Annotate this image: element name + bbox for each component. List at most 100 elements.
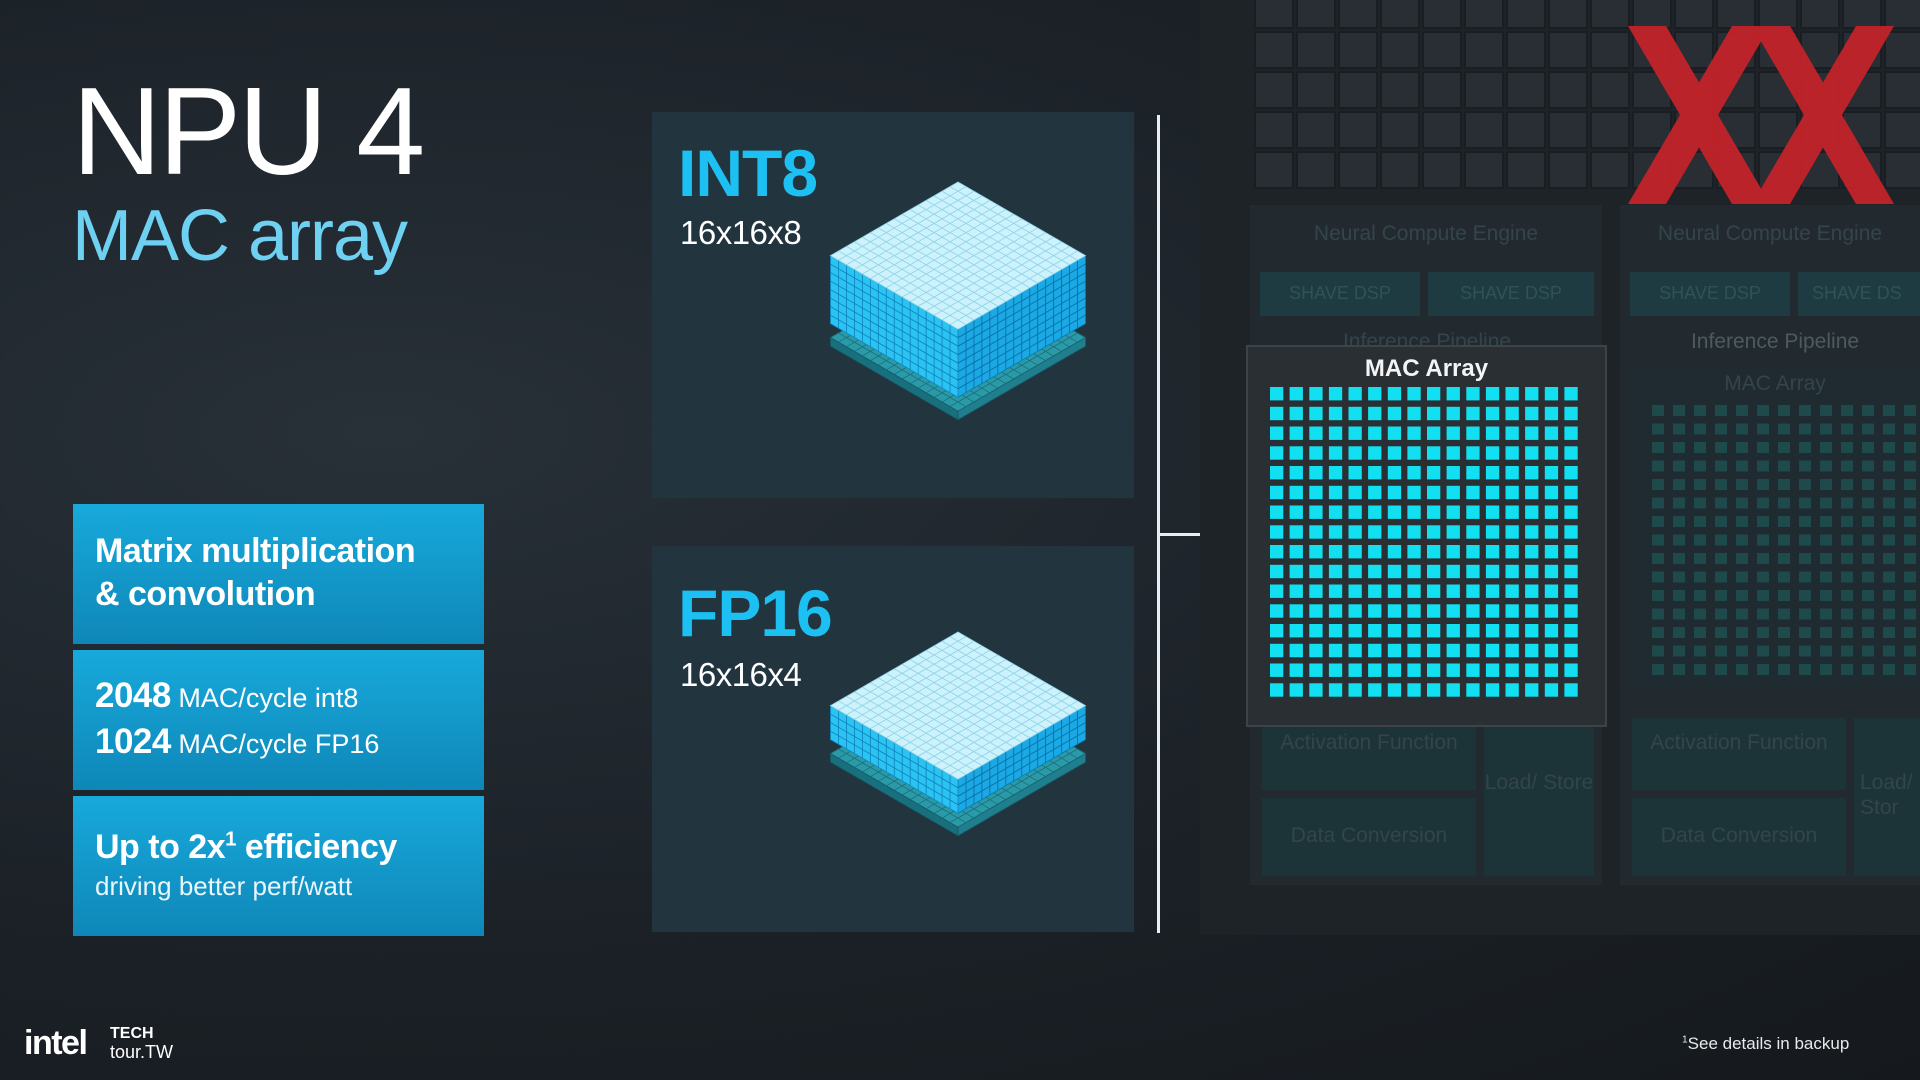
mac-cell [1505,683,1519,697]
mac-cell [1446,624,1460,638]
mac-cell [1544,643,1559,658]
feature-box-efficiency: Up to 2x1 efficiency driving better perf… [73,796,484,936]
mac-cell [1544,624,1559,638]
mac-cell [1328,683,1343,697]
mac-cell [1348,584,1362,598]
mac-cell [1328,643,1343,658]
mac-cell [1368,545,1382,559]
mac-cell [1407,525,1421,539]
mac-cell [1387,584,1402,598]
int8-cube-illustration [829,181,1087,421]
efficiency-heading: Up to 2x1 efficiency [95,826,462,869]
mac-cell [1289,446,1303,460]
mac-cell [1328,604,1343,618]
mac-cell [1466,545,1480,559]
mac-cell [1446,683,1460,697]
mac-cell [1525,426,1539,440]
mac-cell [1564,564,1578,579]
mac-cell [1466,505,1480,519]
mac-cell [1505,663,1519,677]
mac-cell [1485,584,1500,598]
mac-cell [1564,387,1578,401]
nce-title-1: Neural Compute Engine [1313,222,1539,245]
mac-cell [1525,525,1539,539]
mac-cell [1485,406,1500,421]
mac-cell [1328,584,1343,598]
mac-cell [1328,446,1343,460]
mac-cell [1309,624,1323,638]
shave-dsp-4: SHAVE DS [1812,283,1902,303]
mac-cell [1270,683,1284,697]
mac-cell [1427,525,1441,539]
mac-cell [1309,387,1323,401]
mac-cell [1485,564,1500,579]
feature-box-matrix: Matrix multiplication & convolution [73,504,484,644]
shave-dsp-1: SHAVE DSP [1289,283,1391,303]
mac-cell [1328,663,1343,677]
mac-cell [1446,426,1460,440]
mac-cell [1309,643,1323,658]
shave-dsp-3: SHAVE DSP [1659,283,1761,303]
int8-panel: INT8 16x16x8 [652,112,1134,498]
mac-cell [1564,485,1578,500]
mac-cell [1466,406,1480,421]
mac-cell [1466,663,1480,677]
mac-cell [1270,604,1284,618]
mac-cell [1387,485,1402,500]
mac-cell [1407,406,1421,421]
mac-cell [1407,545,1421,559]
mac-cell [1427,545,1441,559]
mac-cell [1368,525,1382,539]
mac-cell [1309,564,1323,579]
mac-cell [1289,505,1303,519]
mac-cell [1466,387,1480,401]
data-conversion-1: Data Conversion [1290,824,1448,847]
mac-cell [1348,545,1362,559]
mac-cell [1348,683,1362,697]
mac-cell [1368,564,1382,579]
mac-cell [1289,643,1303,658]
mac-cell [1544,426,1559,440]
mac-cell [1387,387,1402,401]
mac-cell [1348,406,1362,421]
mac-cell [1407,505,1421,519]
mac-cell [1446,446,1460,460]
mac-cell [1525,446,1539,460]
load-store-1: Load/ Store [1484,771,1594,794]
mac-cell [1368,683,1382,697]
mac-cell [1544,446,1559,460]
throughput-fp16-unit: MAC/cycle FP16 [178,729,380,759]
mac-cell [1309,406,1323,421]
mac-cell [1544,505,1559,519]
activation-function-2: Activation Function [1650,731,1828,754]
mac-cell [1348,505,1362,519]
mac-cell [1407,564,1421,579]
mac-cell [1466,604,1480,618]
mac-cell [1485,545,1500,559]
mac-cell [1564,584,1578,598]
mac-cell [1270,564,1284,579]
data-conversion-2: Data Conversion [1660,824,1818,847]
mac-cell [1387,406,1402,421]
mac-cell [1485,505,1500,519]
mac-cell [1466,643,1480,658]
mac-cell [1505,485,1519,500]
mac-cell [1270,426,1284,440]
mac-cell [1407,466,1421,480]
mac-cell [1289,406,1303,421]
mac-cell [1328,426,1343,440]
mac-cell [1289,426,1303,440]
throughput-fp16-value: 1024 [95,722,171,761]
mac-cell [1328,545,1343,559]
mac-cell [1368,446,1382,460]
mac-cell [1407,624,1421,638]
mac-cell [1368,387,1382,401]
mac-cell [1446,564,1460,579]
mac-cell [1348,564,1362,579]
mac-cell [1564,643,1578,658]
mac-cell [1328,466,1343,480]
mac-cell [1525,604,1539,618]
mac-cell [1368,426,1382,440]
mac-cell [1289,485,1303,500]
mac-cell [1505,604,1519,618]
